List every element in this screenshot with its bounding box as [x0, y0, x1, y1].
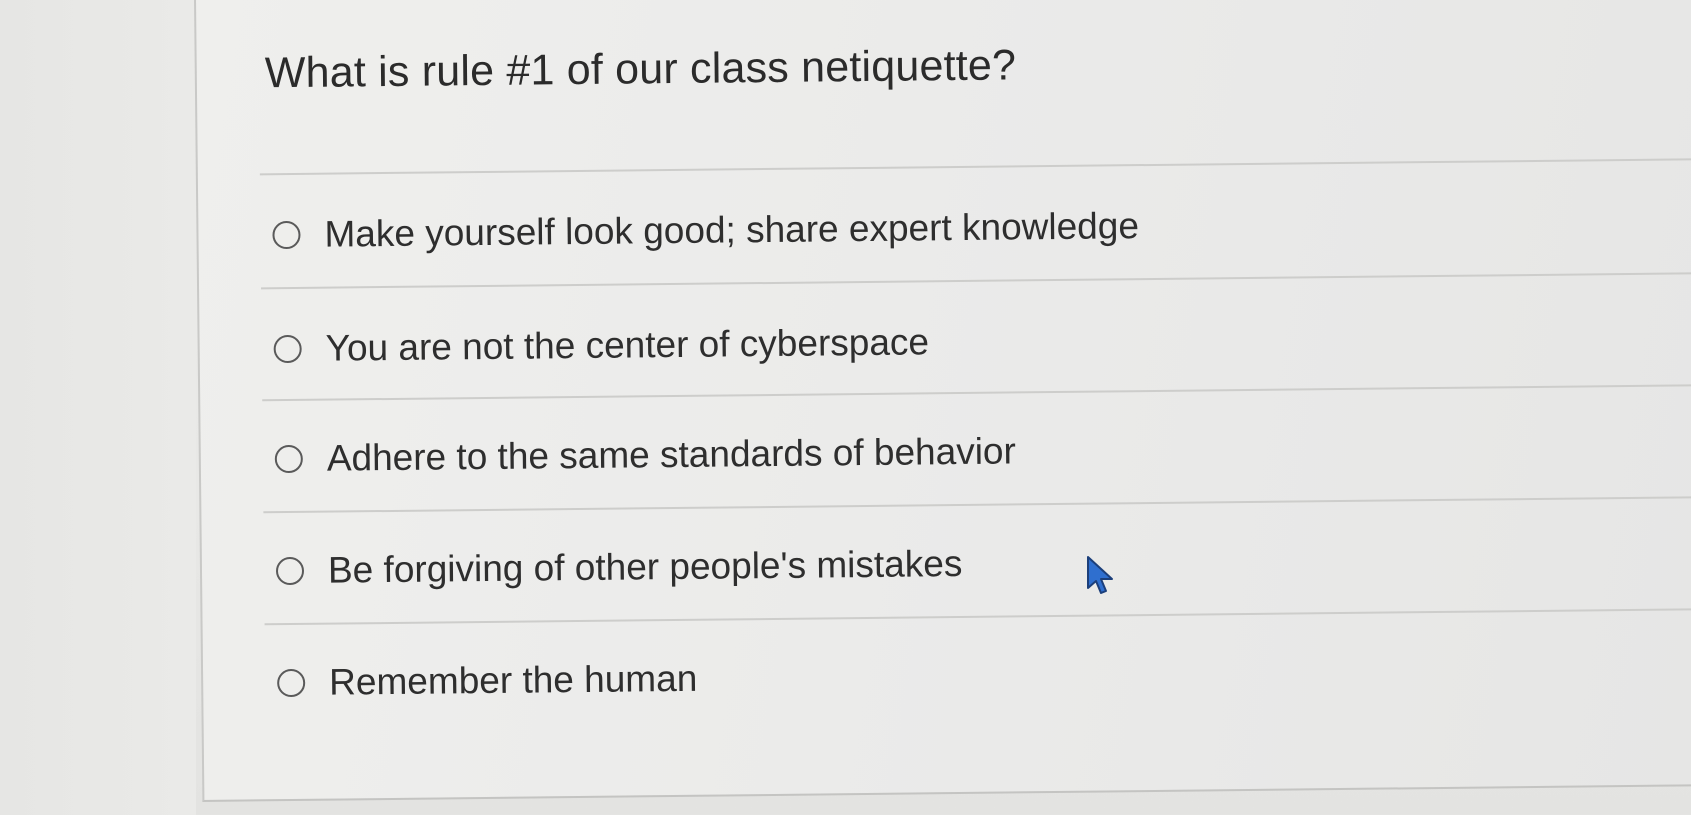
divider [263, 496, 1691, 514]
answer-option-2[interactable]: You are not the center of cyberspace [273, 312, 929, 379]
radio-button-5[interactable] [277, 668, 306, 698]
radio-button-1[interactable] [272, 220, 301, 250]
radio-button-2[interactable] [273, 334, 302, 364]
divider [262, 384, 1691, 402]
answer-label-2: You are not the center of cyberspace [325, 321, 930, 369]
answer-option-1[interactable]: Make yourself look good; share expert kn… [272, 196, 1139, 265]
answer-label-3: Adhere to the same standards of behavior [326, 430, 1017, 479]
radio-button-3[interactable] [274, 444, 303, 474]
page-margin [0, 0, 196, 815]
answer-option-4[interactable]: Be forgiving of other people's mistakes [275, 534, 963, 601]
answer-option-5[interactable]: Remember the human [277, 649, 698, 713]
mouse-pointer-icon [1087, 556, 1113, 594]
answer-option-3[interactable]: Adhere to the same standards of behavior [274, 421, 1017, 489]
quiz-question-card: What is rule #1 of our class netiquette?… [194, 0, 1691, 802]
question-text: What is rule #1 of our class netiquette? [264, 41, 1017, 98]
divider [261, 272, 1691, 290]
answer-label-4: Be forgiving of other people's mistakes [327, 542, 963, 591]
answer-label-5: Remember the human [328, 657, 698, 703]
divider [264, 608, 1691, 626]
radio-button-4[interactable] [275, 556, 305, 586]
divider [259, 158, 1691, 176]
answer-label-1: Make yourself look good; share expert kn… [324, 205, 1140, 255]
